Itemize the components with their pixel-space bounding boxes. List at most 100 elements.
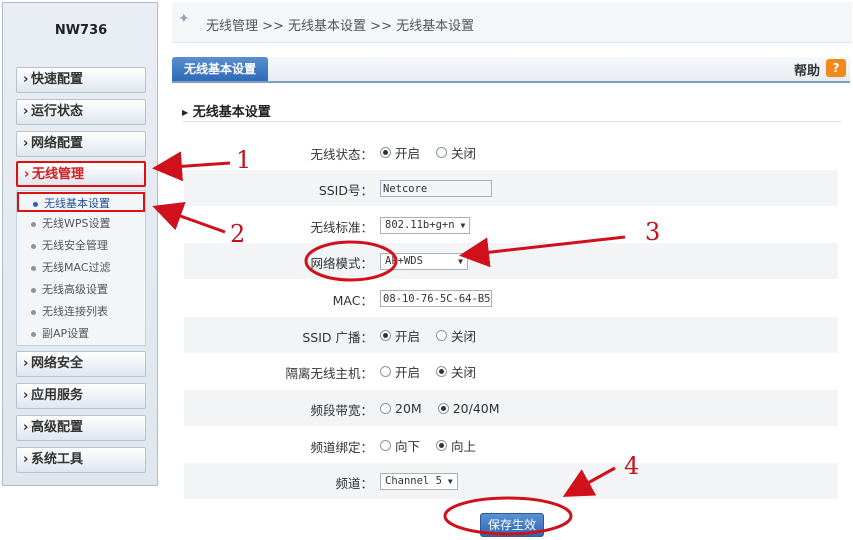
device-name: NW736 (54, 23, 108, 38)
row-channel-bind: 频道绑定： 向下 向上 (184, 427, 838, 463)
menu-system-tools[interactable]: › 系统工具 (16, 447, 146, 473)
label-channel: 频道： (335, 476, 373, 491)
chevron-right-icon: › (23, 388, 29, 403)
channel-select[interactable]: Channel 5 ▼ (380, 472, 458, 490)
submenu-label: 无线MAC过滤 (42, 261, 111, 274)
row-standard: 无线标准： 802.11b+g+n ▼ (184, 207, 838, 243)
radio-icon (436, 439, 448, 451)
section-title: ▶ 无线基本设置 (182, 101, 271, 120)
radio-wireless-on[interactable]: 开启 (380, 143, 420, 162)
bullet-icon (31, 332, 36, 337)
radio-bind-up[interactable]: 向上 (436, 436, 476, 455)
select-value: 802.11b+g+n (385, 218, 455, 231)
menu-label: 网络安全 (31, 356, 84, 371)
radio-icon (380, 329, 391, 341)
menu-quick-config[interactable]: › 快速配置 (16, 67, 146, 93)
submenu-label: 无线安全管理 (42, 239, 108, 252)
submenu-wireless-basic[interactable]: 无线基本设置 (17, 192, 145, 212)
radio-icon (380, 439, 391, 451)
bullet-icon (31, 266, 36, 271)
add-icon: ✦ (178, 11, 190, 27)
chevron-right-icon: › (23, 72, 29, 87)
chevron-right-icon: › (23, 356, 29, 371)
submenu-label: 无线WPS设置 (42, 217, 111, 230)
chevron-right-icon: › (23, 104, 29, 119)
radio-icon (436, 146, 448, 158)
menu-label: 网络配置 (31, 136, 84, 151)
sidebar: NW736 › 快速配置 › 运行状态 › 网络配置 › 无线管理 无线基本设置 无线W… (2, 2, 158, 486)
main-content: ▶ 无线基本设置 无线状态： 开启 关闭 SSID号： Netcore 无线标准… (172, 83, 850, 540)
submenu-connections[interactable]: 无线连接列表 (17, 302, 145, 322)
annotation-number-4: 4 (624, 452, 640, 480)
chevron-down-icon: ▼ (460, 220, 466, 230)
menu-network-security[interactable]: › 网络安全 (16, 351, 146, 377)
submenu-label: 无线连接列表 (42, 305, 108, 318)
breadcrumb-text: 无线管理 >> 无线基本设置 >> 无线基本设置 (206, 19, 475, 34)
label-ssid-broadcast: SSID 广播： (302, 330, 373, 345)
chevron-right-icon: › (23, 452, 29, 467)
submenu-sub-ap[interactable]: 副AP设置 (17, 324, 145, 344)
radio-icon (380, 146, 391, 158)
submenu-security[interactable]: 无线安全管理 (17, 236, 145, 256)
radio-label: 开启 (395, 328, 421, 344)
menu-run-status[interactable]: › 运行状态 (16, 99, 146, 125)
row-wireless-status: 无线状态： 开启 关闭 (184, 134, 838, 170)
radio-broadcast-on[interactable]: 开启 (380, 326, 420, 345)
chevron-right-icon: › (23, 136, 29, 151)
submenu-mac-filter[interactable]: 无线MAC过滤 (17, 258, 145, 278)
radio-icon (380, 365, 391, 377)
radio-wireless-off[interactable]: 关闭 (436, 143, 476, 162)
menu-app-service[interactable]: › 应用服务 (16, 383, 146, 409)
chevron-down-icon: ▼ (458, 256, 463, 266)
ssid-input[interactable]: Netcore (380, 179, 492, 197)
row-mac: MAC： 08-10-76-5C-64-B5 (184, 280, 838, 316)
radio-broadcast-off[interactable]: 关闭 (436, 326, 476, 345)
radio-isolation-off[interactable]: 关闭 (436, 362, 476, 381)
menu-label: 无线管理 (32, 167, 85, 182)
menu-label: 应用服务 (31, 388, 84, 403)
submenu-wps[interactable]: 无线WPS设置 (17, 214, 145, 234)
row-bandwidth: 频段带宽： 20M 20/40M (184, 390, 838, 426)
submenu-label: 无线高级设置 (42, 283, 108, 296)
radio-label: 关闭 (451, 145, 477, 161)
menu-network-config[interactable]: › 网络配置 (16, 131, 146, 157)
bullet-icon (31, 288, 36, 293)
radio-icon (436, 365, 448, 377)
save-button[interactable]: 保存生效 (480, 513, 544, 537)
menu-label: 系统工具 (31, 452, 84, 467)
submenu-advanced[interactable]: 无线高级设置 (17, 280, 145, 300)
standard-select[interactable]: 802.11b+g+n ▼ (380, 216, 471, 234)
radio-bind-down[interactable]: 向下 (380, 436, 420, 455)
row-network-mode: 网络模式： AP+WDS ▼ (184, 243, 838, 279)
label-isolation: 隔离无线主机： (285, 366, 373, 381)
row-channel: 频道： Channel 5 ▼ (184, 463, 838, 499)
radio-label: 开启 (395, 364, 421, 380)
chevron-right-icon: › (24, 167, 30, 182)
radio-bandwidth-2040[interactable]: 20/40M (437, 400, 500, 416)
radio-label: 20/40M (452, 400, 500, 416)
label-channel-bind: 频道绑定： (310, 440, 373, 455)
mac-input[interactable]: 08-10-76-5C-64-B5 (380, 289, 492, 307)
menu-wireless-manage[interactable]: › 无线管理 (16, 161, 146, 187)
radio-icon (380, 402, 391, 414)
tab-wireless-basic[interactable]: 无线基本设置 (172, 57, 269, 81)
label-network-mode: 网络模式： (310, 256, 373, 271)
label-bandwidth: 频段带宽： (310, 403, 373, 418)
submenu-label: 副AP设置 (42, 327, 90, 340)
label-ssid: SSID号： (318, 183, 373, 198)
radio-label: 向上 (451, 438, 477, 454)
menu-advanced-config[interactable]: › 高级配置 (16, 415, 146, 441)
radio-label: 关闭 (451, 328, 477, 344)
radio-label: 20M (395, 400, 422, 416)
radio-bandwidth-20[interactable]: 20M (380, 401, 422, 416)
chevron-down-icon: ▼ (447, 476, 453, 486)
bullet-icon (31, 222, 36, 227)
help-link[interactable]: 帮助 (794, 60, 820, 79)
help-icon[interactable]: ? (826, 59, 846, 77)
annotation-number-1: 1 (236, 146, 252, 174)
radio-label: 向下 (395, 438, 421, 454)
divider (182, 121, 842, 122)
radio-isolation-on[interactable]: 开启 (380, 362, 420, 381)
network-mode-select[interactable]: AP+WDS ▼ (380, 252, 468, 270)
label-mac: MAC： (332, 293, 373, 308)
